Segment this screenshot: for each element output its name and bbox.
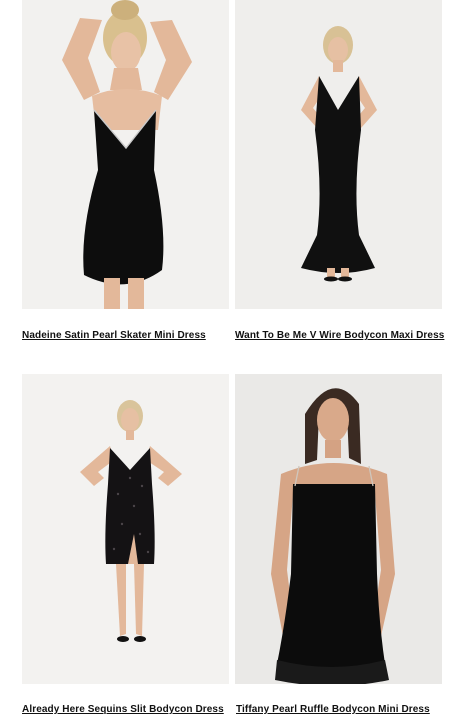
product-title-link[interactable]: Already Here Sequins Slit Bodycon Dress [22, 704, 224, 715]
product-image[interactable] [235, 374, 442, 684]
product-image[interactable] [235, 0, 442, 309]
product-title-link[interactable]: Want To Be Me V Wire Bodycon Maxi Dress [235, 330, 444, 341]
product-image[interactable] [22, 0, 229, 309]
product-title-link[interactable]: Nadeine Satin Pearl Skater Mini Dress [22, 330, 206, 341]
product-image[interactable] [22, 374, 229, 684]
product-title-link[interactable]: Tiffany Pearl Ruffle Bodycon Mini Dress [236, 704, 430, 715]
